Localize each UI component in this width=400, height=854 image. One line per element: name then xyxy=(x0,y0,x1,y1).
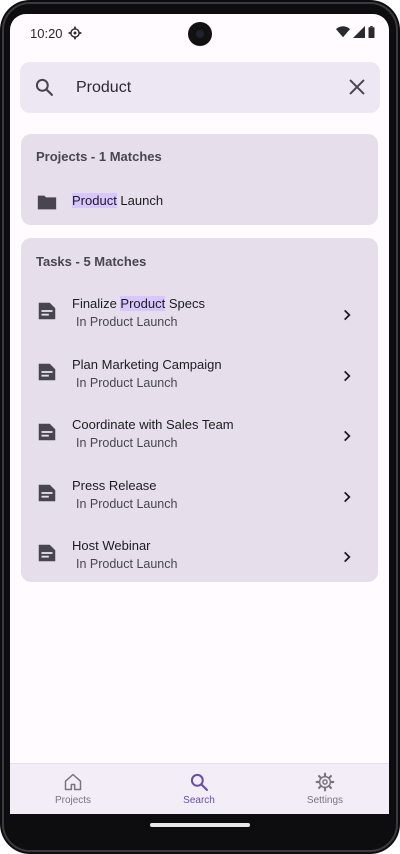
chevron-right-icon xyxy=(344,491,351,503)
task-result-text: Host Webinar In Product Launch xyxy=(72,538,177,571)
task-result-subtitle: In Product Launch xyxy=(76,376,178,390)
task-title-part: Finalize xyxy=(72,296,121,311)
task-result-item[interactable]: Press Release In Product Launch xyxy=(21,472,378,522)
task-result-title: Finalize Product Specs xyxy=(72,296,205,311)
device-frame: 10:20 Product Projects - 1 Matches Produ… xyxy=(0,0,400,854)
task-result-title: Host Webinar xyxy=(72,538,151,553)
signal-icon xyxy=(353,26,365,38)
document-icon xyxy=(38,302,56,320)
search-input[interactable] xyxy=(76,76,326,100)
search-icon xyxy=(190,773,208,791)
document-icon xyxy=(38,423,56,441)
nav-label-settings: Settings xyxy=(306,795,344,806)
task-result-item[interactable]: Coordinate with Sales Team In Product La… xyxy=(21,411,378,461)
nav-item-search[interactable]: Search xyxy=(136,764,262,814)
document-icon xyxy=(38,484,56,502)
status-icons xyxy=(336,26,375,38)
search-icon xyxy=(35,78,54,96)
search-highlight: Product xyxy=(72,193,117,208)
bottom-navigation: Projects Search Settings xyxy=(10,763,389,814)
task-title-part: Specs xyxy=(165,296,205,311)
document-icon xyxy=(38,544,56,562)
status-time: 10:20 xyxy=(30,26,63,41)
task-result-title: Coordinate with Sales Team xyxy=(72,417,234,432)
wifi-icon xyxy=(336,26,350,38)
chevron-right-icon xyxy=(344,551,351,563)
task-result-text: Plan Marketing Campaign In Product Launc… xyxy=(72,357,222,390)
chevron-right-icon xyxy=(344,430,351,442)
search-highlight: Product xyxy=(120,296,166,311)
project-result-title-rest: Launch xyxy=(116,193,164,208)
projects-results-card: Projects - 1 Matches Product Launch xyxy=(21,134,378,225)
task-result-text: Coordinate with Sales Team In Product La… xyxy=(72,417,234,450)
nav-label-search: Search xyxy=(183,795,215,806)
task-result-subtitle: In Product Launch xyxy=(76,436,178,450)
nav-item-projects[interactable]: Projects xyxy=(10,764,136,814)
project-result-title: Product Launch xyxy=(72,193,163,208)
battery-icon xyxy=(368,26,375,38)
task-result-item[interactable]: Host Webinar In Product Launch xyxy=(21,532,378,582)
task-result-text: Press Release In Product Launch xyxy=(72,478,177,511)
close-icon[interactable] xyxy=(346,76,368,98)
task-result-item[interactable]: Plan Marketing Campaign In Product Launc… xyxy=(21,351,378,401)
task-result-subtitle: In Product Launch xyxy=(76,315,178,329)
gesture-handle[interactable] xyxy=(150,823,250,827)
chevron-right-icon xyxy=(344,370,351,382)
chevron-right-icon xyxy=(344,309,351,321)
task-result-item[interactable]: Finalize Product Specs In Product Launch xyxy=(21,290,378,340)
search-bar[interactable] xyxy=(20,62,380,113)
tasks-results-card: Tasks - 5 Matches Finalize Product Specs… xyxy=(21,238,378,582)
project-result-item[interactable]: Product Launch xyxy=(21,186,378,216)
nav-item-settings[interactable]: Settings xyxy=(262,764,388,814)
status-bar: 10:20 xyxy=(10,14,389,54)
nav-label-projects: Projects xyxy=(54,795,92,806)
settings-status-icon xyxy=(68,26,82,40)
task-result-subtitle: In Product Launch xyxy=(76,497,178,511)
tasks-section-title: Tasks - 5 Matches xyxy=(36,254,147,269)
app-screen: 10:20 Product Projects - 1 Matches Produ… xyxy=(10,14,389,814)
home-icon xyxy=(64,773,82,791)
folder-icon xyxy=(37,195,57,210)
project-result-text: Product Launch xyxy=(72,193,163,208)
front-camera xyxy=(188,22,212,46)
task-result-subtitle: In Product Launch xyxy=(76,557,178,571)
document-icon xyxy=(38,363,56,381)
task-result-title: Plan Marketing Campaign xyxy=(72,357,222,372)
task-result-text: Finalize Product Specs In Product Launch xyxy=(72,296,205,329)
task-result-title: Press Release xyxy=(72,478,157,493)
gear-icon xyxy=(315,772,335,792)
projects-section-title: Projects - 1 Matches xyxy=(36,149,162,164)
